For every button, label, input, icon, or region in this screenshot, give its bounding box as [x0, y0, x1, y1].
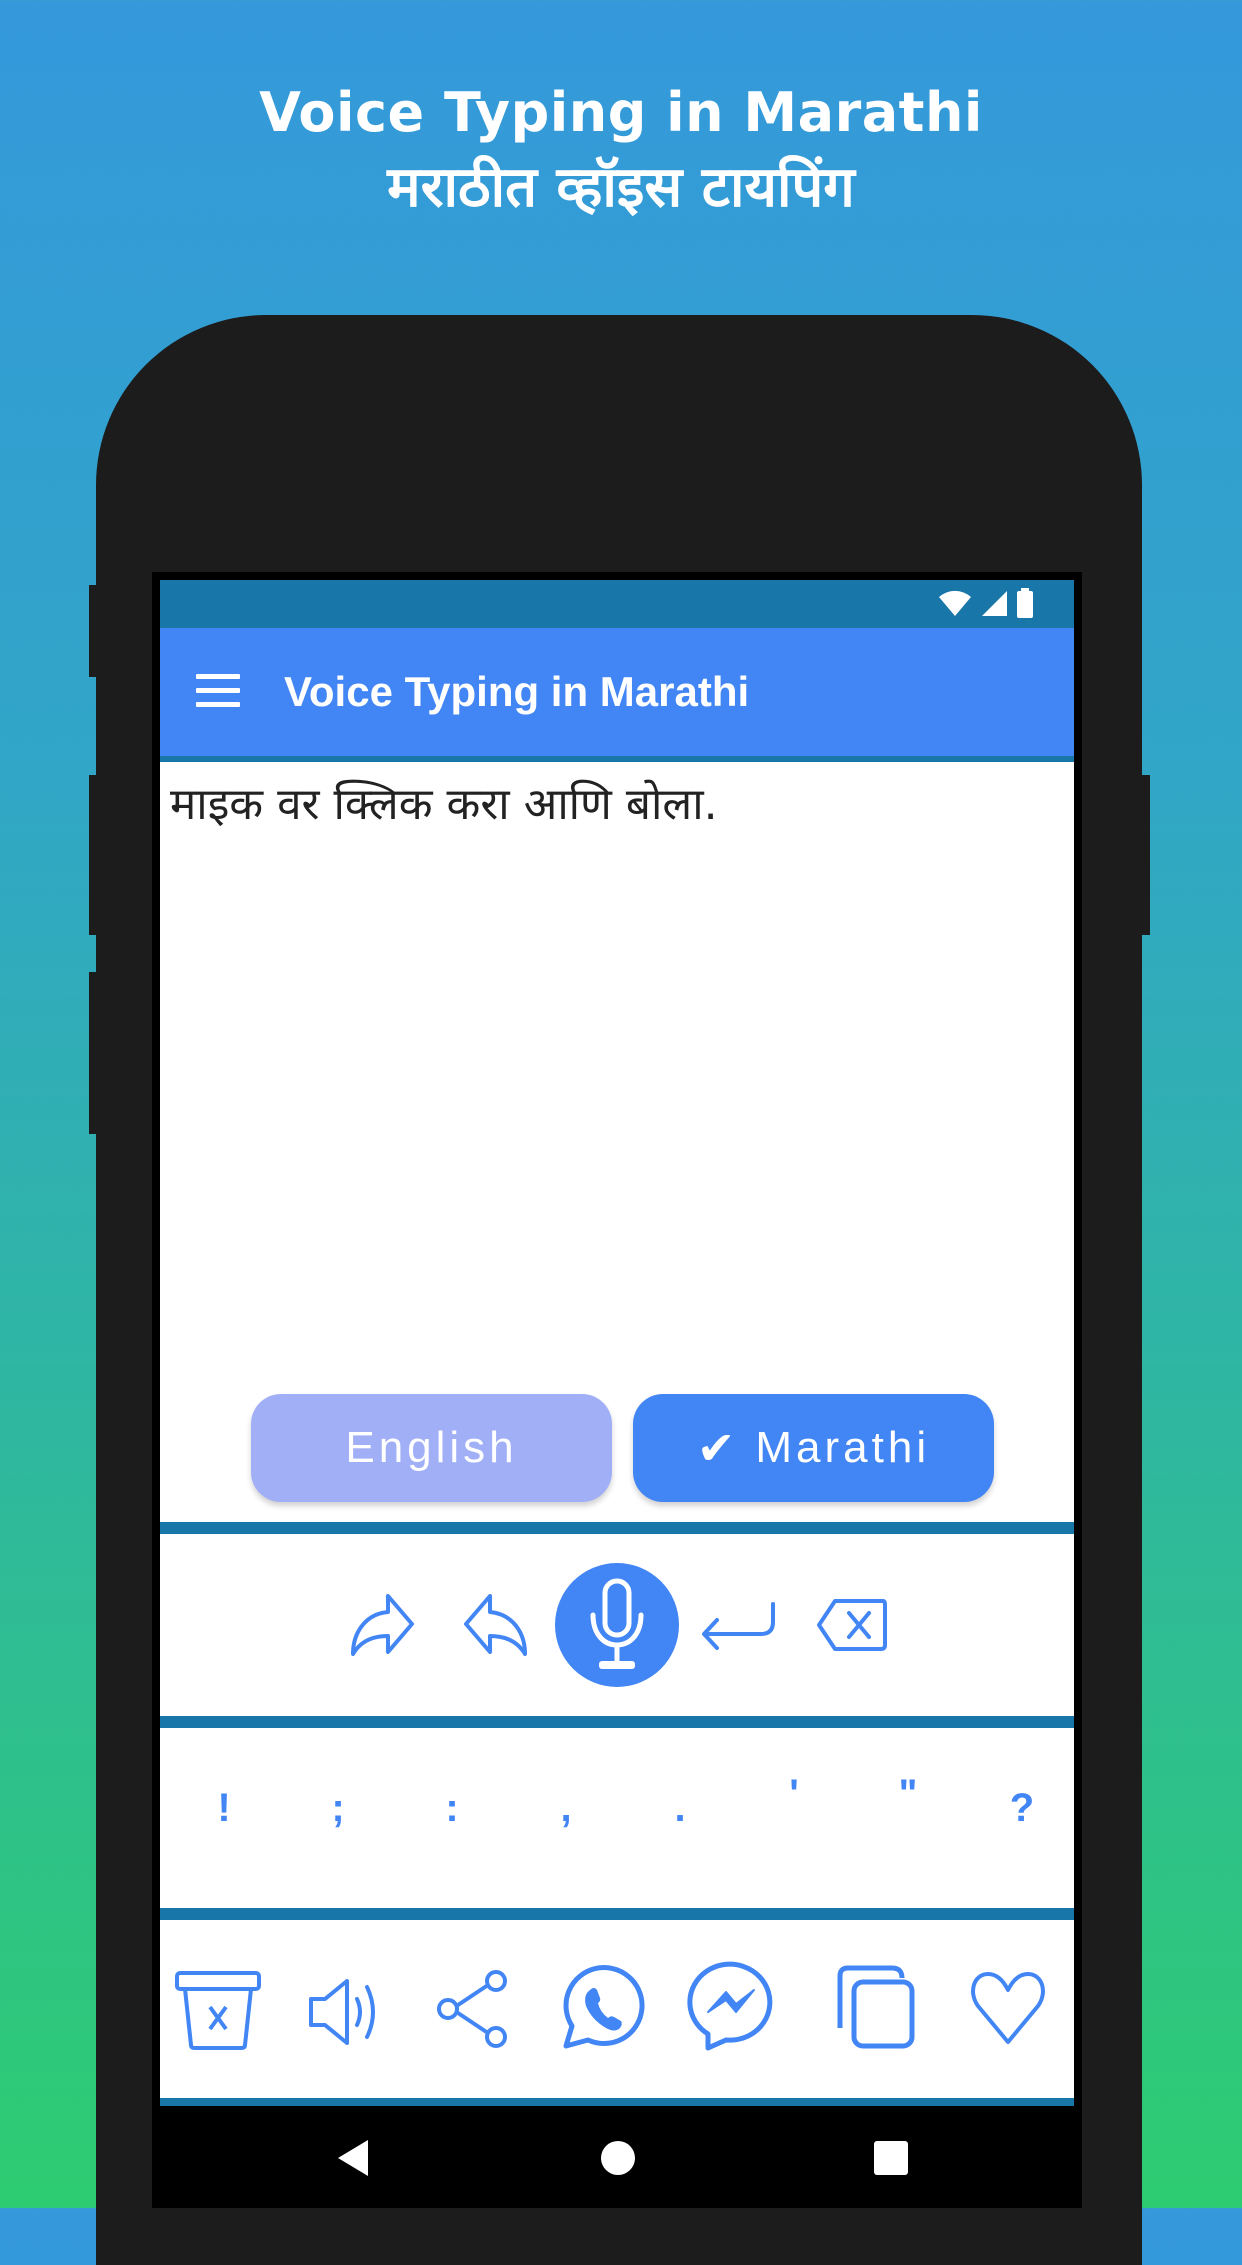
speak-text-button[interactable] [302, 1972, 392, 2052]
favorite-button[interactable] [966, 1966, 1050, 2050]
clear-text-button[interactable] [172, 1968, 264, 2052]
checkmark-icon: ✔ [696, 1422, 740, 1474]
action-toolbar [160, 1922, 1074, 2098]
section-divider [160, 2098, 1074, 2106]
punctuation-key[interactable]: ' [764, 1766, 824, 1822]
battery-icon [1017, 588, 1033, 618]
home-icon [601, 2141, 635, 2175]
phone-side-button [89, 775, 99, 935]
punctuation-bar: ! ; : , . ' " ? [160, 1772, 1074, 1836]
hero-title-english: Voice Typing in Marathi [259, 81, 983, 144]
recents-icon [874, 2141, 908, 2175]
section-divider [160, 1908, 1074, 1920]
messenger-share-button[interactable] [686, 1958, 776, 2054]
system-navigation-bar [160, 2106, 1074, 2208]
english-language-label: English [345, 1423, 518, 1472]
microphone-button[interactable] [555, 1563, 679, 1687]
enter-icon [702, 1602, 775, 1650]
control-toolbar [160, 1536, 1074, 1714]
punctuation-key[interactable]: ! [194, 1780, 254, 1836]
marathi-language-label: Marathi [755, 1423, 931, 1472]
hero-title-marathi: मराठीत व्हॉइस टायपिंग [387, 155, 855, 220]
app-bar: Voice Typing in Marathi [160, 628, 1074, 756]
whatsapp-icon [563, 1965, 645, 2049]
phone-side-button [1140, 775, 1150, 935]
hero-heading: Voice Typing in Marathi मराठीत व्हॉइस टा… [0, 78, 1242, 228]
status-bar [160, 580, 1074, 628]
messenger-icon [687, 1961, 773, 2051]
redo-button[interactable] [343, 1585, 423, 1665]
share-button[interactable] [432, 1966, 516, 2052]
back-icon [338, 2140, 368, 2176]
undo-icon [464, 1594, 527, 1656]
phone-side-button [89, 972, 99, 1134]
cell-signal-icon [982, 591, 1007, 616]
punctuation-key[interactable]: ; [308, 1780, 368, 1836]
whatsapp-share-button[interactable] [558, 1962, 648, 2052]
copy-icon [837, 1965, 915, 2049]
heart-icon [971, 1972, 1045, 2044]
phone-side-button [89, 585, 99, 677]
back-button[interactable] [334, 2138, 370, 2182]
punctuation-key[interactable]: ? [992, 1780, 1052, 1836]
recents-button[interactable] [874, 2141, 908, 2179]
undo-button[interactable] [455, 1585, 535, 1665]
punctuation-key[interactable]: : [422, 1780, 482, 1836]
marathi-language-button[interactable]: ✔ Marathi [633, 1394, 994, 1502]
share-icon [437, 1970, 507, 2048]
section-divider [160, 1522, 1074, 1534]
punctuation-key[interactable]: " [878, 1766, 938, 1822]
hamburger-menu-icon[interactable] [196, 674, 240, 710]
punctuation-key[interactable]: . [650, 1780, 710, 1836]
redo-icon [351, 1594, 414, 1656]
copy-text-button[interactable] [830, 1962, 920, 2052]
microphone-icon [590, 1578, 644, 1669]
backspace-button[interactable] [811, 1585, 891, 1665]
english-language-button[interactable]: English [251, 1394, 612, 1502]
home-button[interactable] [600, 2140, 636, 2180]
section-divider [160, 1716, 1074, 1728]
app-bar-divider [160, 756, 1074, 762]
punctuation-key[interactable]: , [536, 1780, 596, 1836]
backspace-icon [817, 1599, 887, 1651]
speaker-icon [309, 1979, 375, 2045]
app-title: Voice Typing in Marathi [284, 668, 750, 715]
trash-icon [175, 1971, 261, 2050]
wifi-icon [939, 590, 971, 616]
app-screen: Voice Typing in Marathi माइक वर क्लिक कर… [160, 580, 1074, 2208]
new-line-button[interactable] [699, 1585, 779, 1665]
